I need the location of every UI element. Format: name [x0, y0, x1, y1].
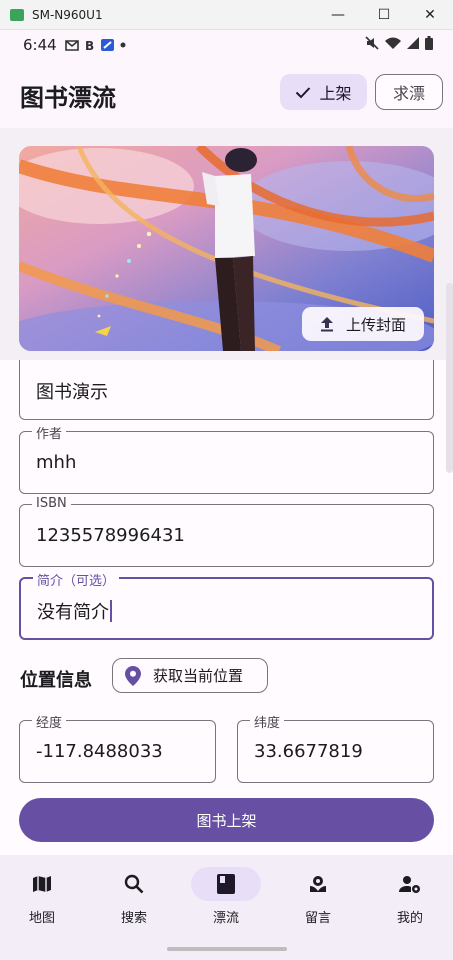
location-pin-icon — [125, 665, 141, 686]
latitude-field[interactable]: 纬度 33.6677819 — [237, 712, 434, 783]
svg-text:B: B — [85, 39, 94, 51]
page-title: 图书漂流 — [20, 84, 116, 112]
isbn-field-value: 1235578996431 — [36, 525, 185, 546]
upload-icon — [320, 317, 333, 332]
window-title: SM-N960U1 — [32, 7, 103, 22]
location-section-label: 位置信息 — [20, 670, 92, 691]
message-icon — [310, 876, 326, 892]
submit-shelve-button[interactable]: 图书上架 — [19, 798, 434, 842]
submit-label: 图书上架 — [196, 811, 257, 830]
gesture-bar[interactable] — [167, 947, 287, 951]
status-time: 6:44 — [23, 36, 57, 54]
longitude-field[interactable]: 经度 -117.8488033 — [19, 712, 216, 783]
author-field-label: 作者 — [32, 423, 67, 442]
nav-label-map: 地图 — [28, 911, 55, 926]
longitude-field-value: -117.8488033 — [36, 741, 163, 762]
mail-icon — [64, 39, 79, 51]
minimize-button[interactable]: — — [315, 0, 361, 30]
intro-field-label: 简介（可选） — [33, 570, 120, 589]
nav-label-drift: 漂流 — [212, 911, 239, 926]
bitcoin-icon: B — [85, 39, 94, 51]
latitude-field-value: 33.6677819 — [254, 741, 363, 762]
intro-field[interactable]: 简介（可选） 没有简介 — [19, 570, 434, 640]
app-notification-icon — [100, 39, 114, 51]
app-bar: 图书漂流 上架 求漂 — [0, 60, 453, 128]
cover-image[interactable]: 上传封面 — [19, 146, 434, 351]
nav-item-message[interactable]: 留言 — [282, 867, 354, 937]
get-location-label: 获取当前位置 — [153, 667, 244, 685]
mute-icon — [365, 36, 379, 50]
author-field-value: mhh — [36, 452, 77, 473]
wifi-icon — [385, 37, 401, 49]
battery-icon — [425, 36, 433, 50]
upload-cover-label: 上传封面 — [345, 315, 406, 334]
nav-label-search: 搜索 — [120, 911, 147, 926]
check-icon — [296, 86, 311, 98]
isbn-field-label: ISBN — [32, 496, 71, 511]
shelve-toggle-button[interactable]: 上架 — [280, 74, 367, 110]
status-bar: 6:44 B — [0, 30, 453, 60]
shelve-label: 上架 — [319, 84, 352, 103]
title-field[interactable]: 图书演示 — [19, 360, 434, 420]
upload-cover-button[interactable]: 上传封面 — [302, 307, 424, 341]
bottom-navigation: 地图 搜索 漂流 留言 我的 — [0, 855, 453, 960]
nav-label-message: 留言 — [304, 911, 331, 926]
maximize-button[interactable]: ☐ — [361, 0, 407, 30]
title-field-value: 图书演示 — [36, 382, 108, 403]
search-icon — [124, 874, 144, 894]
account-icon — [399, 876, 420, 893]
get-location-button[interactable]: 获取当前位置 — [112, 658, 268, 693]
emulator-title-bar: SM-N960U1 — ☐ ✕ — [0, 0, 453, 30]
author-field[interactable]: 作者 mhh — [19, 423, 434, 494]
emulator-app-icon — [10, 8, 24, 21]
nav-item-search[interactable]: 搜索 — [98, 867, 170, 937]
text-caret — [110, 600, 112, 622]
cover-section: 上传封面 — [0, 128, 453, 473]
nav-item-account[interactable]: 我的 — [374, 867, 446, 937]
request-toggle-button[interactable]: 求漂 — [375, 74, 443, 110]
signal-icon — [407, 37, 419, 49]
longitude-field-label: 经度 — [32, 712, 67, 731]
map-icon — [33, 876, 51, 892]
nav-item-map[interactable]: 地图 — [6, 867, 78, 937]
latitude-field-label: 纬度 — [250, 712, 285, 731]
intro-field-value: 没有简介 — [37, 602, 109, 623]
close-button[interactable]: ✕ — [407, 0, 453, 30]
dot-icon — [120, 42, 126, 48]
nav-item-drift[interactable]: 漂流 — [190, 867, 262, 937]
form-scroll-clip: 图书演示 — [0, 360, 453, 422]
request-label: 求漂 — [392, 84, 425, 103]
isbn-field[interactable]: ISBN 1235578996431 — [19, 496, 434, 567]
nav-label-account: 我的 — [396, 911, 423, 926]
book-icon — [217, 874, 235, 894]
